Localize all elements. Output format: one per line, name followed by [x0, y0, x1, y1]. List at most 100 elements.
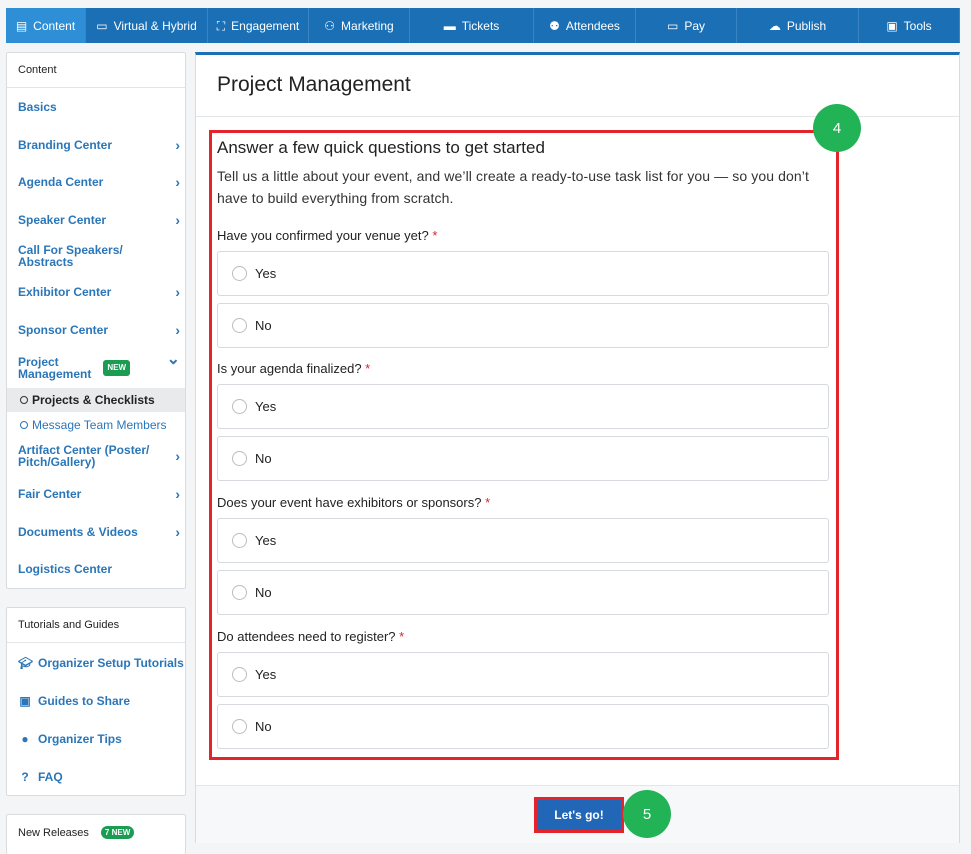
- sidebar-item-label: Documents & Videos: [18, 525, 138, 539]
- nav-tab-marketing[interactable]: ⚇ Marketing: [309, 8, 410, 43]
- required-asterisk: *: [365, 361, 371, 376]
- network-icon: ⛶: [216, 18, 226, 33]
- sidebar-item-label-group: Artifact Center (Poster/Pitch/Gallery): [18, 444, 149, 468]
- nav-tab-engagement[interactable]: ⛶ Engagement: [208, 8, 309, 43]
- briefcase-icon: ▣: [886, 18, 898, 33]
- sidebar-item-speaker-center[interactable]: Speaker Center ›: [18, 213, 185, 227]
- radio-option-no[interactable]: No: [217, 303, 829, 348]
- radio-option-yes[interactable]: Yes: [217, 384, 829, 429]
- sidebar-item-label: Basics: [18, 100, 57, 114]
- users-icon: ⚉: [549, 18, 560, 33]
- radio-option-no[interactable]: No: [217, 570, 829, 615]
- share-icon: ⚇: [324, 18, 336, 33]
- nav-tab-label: Tickets: [461, 18, 500, 33]
- radio-button[interactable]: [232, 667, 247, 682]
- sidebar-item-label: Pitch/Gallery): [18, 455, 96, 469]
- radio-button[interactable]: [232, 266, 247, 281]
- radio-button[interactable]: [232, 318, 247, 333]
- question-text: Is your agenda finalized?: [217, 361, 362, 376]
- page-title: Project Management: [217, 73, 411, 96]
- sidebar-item-exhibitor-center[interactable]: Exhibitor Center ›: [18, 285, 185, 299]
- sidebar-subitem-message-team-members[interactable]: Message Team Members: [7, 413, 185, 437]
- lets-go-button[interactable]: Let's go!: [534, 797, 624, 833]
- question-text: Have you confirmed your venue yet?: [217, 228, 429, 243]
- radio-option-yes[interactable]: Yes: [217, 251, 829, 296]
- tutorial-item-label: FAQ: [38, 770, 63, 784]
- sidebar-item-label: Management: [18, 367, 92, 381]
- tutorial-item-label: Organizer Setup Tutorials: [38, 656, 184, 670]
- radio-button[interactable]: [232, 451, 247, 466]
- tutorial-item-faq[interactable]: ? FAQ: [18, 770, 185, 784]
- sidebar-item-label: Abstracts: [18, 255, 74, 269]
- circle-icon: [20, 421, 28, 429]
- tutorial-item-setup[interactable]: 🎓︎ Organizer Setup Tutorials: [18, 656, 185, 670]
- sidebar-item-documents-videos[interactable]: Documents & Videos ›: [18, 524, 185, 540]
- chevron-right-icon: ›: [175, 486, 180, 502]
- sidebar-item-artifact-center[interactable]: Artifact Center (Poster/Pitch/Gallery) ›: [18, 444, 185, 468]
- nav-tab-label: Attendees: [565, 18, 620, 33]
- nav-tab-label: Tools: [903, 18, 932, 33]
- graduation-cap-icon: 🎓︎: [18, 656, 34, 670]
- sidebar-item-label: Message Team Members: [32, 418, 167, 432]
- presentation-icon: ▣: [19, 694, 31, 708]
- sidebar-item-fair-center[interactable]: Fair Center ›: [18, 486, 185, 502]
- radio-option-no[interactable]: No: [217, 704, 829, 749]
- nav-tab-publish[interactable]: ☁ Publish: [737, 8, 859, 43]
- chevron-right-icon: ›: [175, 174, 180, 190]
- radio-option-label: No: [255, 451, 272, 466]
- tutorials-heading: Tutorials and Guides: [7, 608, 185, 643]
- nav-tab-content[interactable]: ▤ Content: [6, 8, 86, 43]
- question-label: Does your event have exhibitors or spons…: [217, 495, 490, 510]
- new-badge: NEW: [103, 360, 131, 376]
- radio-button[interactable]: [232, 719, 247, 734]
- radio-option-label: Yes: [255, 667, 277, 682]
- radio-option-no[interactable]: No: [217, 436, 829, 481]
- sidebar-item-label: Sponsor Center: [18, 323, 109, 337]
- tutorial-item-tips[interactable]: ● Organizer Tips: [18, 732, 185, 746]
- lightbulb-icon: ●: [21, 732, 29, 746]
- new-releases-card[interactable]: New Releases 7 NEW: [6, 814, 186, 854]
- sidebar-item-logistics-center[interactable]: Logistics Center: [18, 563, 185, 575]
- sidebar-content-card: Content Basics Branding Center › Agenda C…: [6, 52, 186, 589]
- sidebar-subitem-projects-checklists[interactable]: Projects & Checklists: [7, 388, 185, 412]
- nav-tab-attendees[interactable]: ⚉ Attendees: [534, 8, 636, 43]
- sidebar-item-call-for-speakers[interactable]: Call For Speakers/Abstracts: [18, 244, 185, 268]
- ticket-icon: ▬: [443, 18, 456, 33]
- radio-button[interactable]: [232, 533, 247, 548]
- radio-button[interactable]: [232, 585, 247, 600]
- new-releases-badge: 7 NEW: [100, 826, 135, 839]
- radio-option-yes[interactable]: Yes: [217, 652, 829, 697]
- nav-tab-pay[interactable]: ▭ Pay: [636, 8, 737, 43]
- radio-option-label: No: [255, 318, 272, 333]
- chevron-right-icon: ›: [175, 524, 180, 540]
- nav-tab-tools[interactable]: ▣ Tools: [859, 8, 960, 43]
- sidebar-item-project-management[interactable]: Project Management NEW ⌄: [18, 351, 185, 381]
- tutorial-item-guides[interactable]: ▣ Guides to Share: [18, 694, 185, 708]
- nav-tab-tickets[interactable]: ▬ Tickets: [410, 8, 534, 43]
- nav-tab-label: Marketing: [341, 18, 394, 33]
- card-icon: ▭: [666, 18, 679, 33]
- chevron-right-icon: ›: [175, 137, 180, 153]
- sidebar-item-basics[interactable]: Basics: [18, 101, 185, 113]
- chevron-right-icon: ›: [175, 448, 180, 464]
- sidebar-item-agenda-center[interactable]: Agenda Center ›: [18, 174, 185, 190]
- question-text: Do attendees need to register?: [217, 629, 396, 644]
- nav-tab-label: Pay: [684, 18, 706, 33]
- question-circle-icon: ?: [21, 770, 29, 784]
- radio-button[interactable]: [232, 399, 247, 414]
- radio-option-yes[interactable]: Yes: [217, 518, 829, 563]
- required-asterisk: *: [485, 495, 491, 510]
- nav-tab-virtual-hybrid[interactable]: ▭ Virtual & Hybrid: [86, 8, 208, 43]
- top-navigation: ▤ Content ▭ Virtual & Hybrid ⛶ Engagement ⚇ Mar…: [6, 8, 960, 43]
- chevron-down-icon: ⌄: [166, 351, 180, 368]
- sidebar-item-sponsor-center[interactable]: Sponsor Center ›: [18, 323, 185, 337]
- required-asterisk: *: [432, 228, 438, 243]
- question-text: Does your event have exhibitors or spons…: [217, 495, 482, 510]
- sidebar-item-branding-center[interactable]: Branding Center ›: [18, 137, 185, 153]
- questions-heading: Answer a few quick questions to get star…: [217, 138, 545, 157]
- radio-option-label: Yes: [255, 533, 277, 548]
- sidebar-item-label: Exhibitor Center: [18, 285, 112, 299]
- tutorials-card: Tutorials and Guides 🎓︎ Organizer Setup T…: [6, 607, 186, 796]
- sidebar-item-label: Logistics Center: [18, 562, 113, 576]
- laptop-icon: ▭: [96, 18, 108, 33]
